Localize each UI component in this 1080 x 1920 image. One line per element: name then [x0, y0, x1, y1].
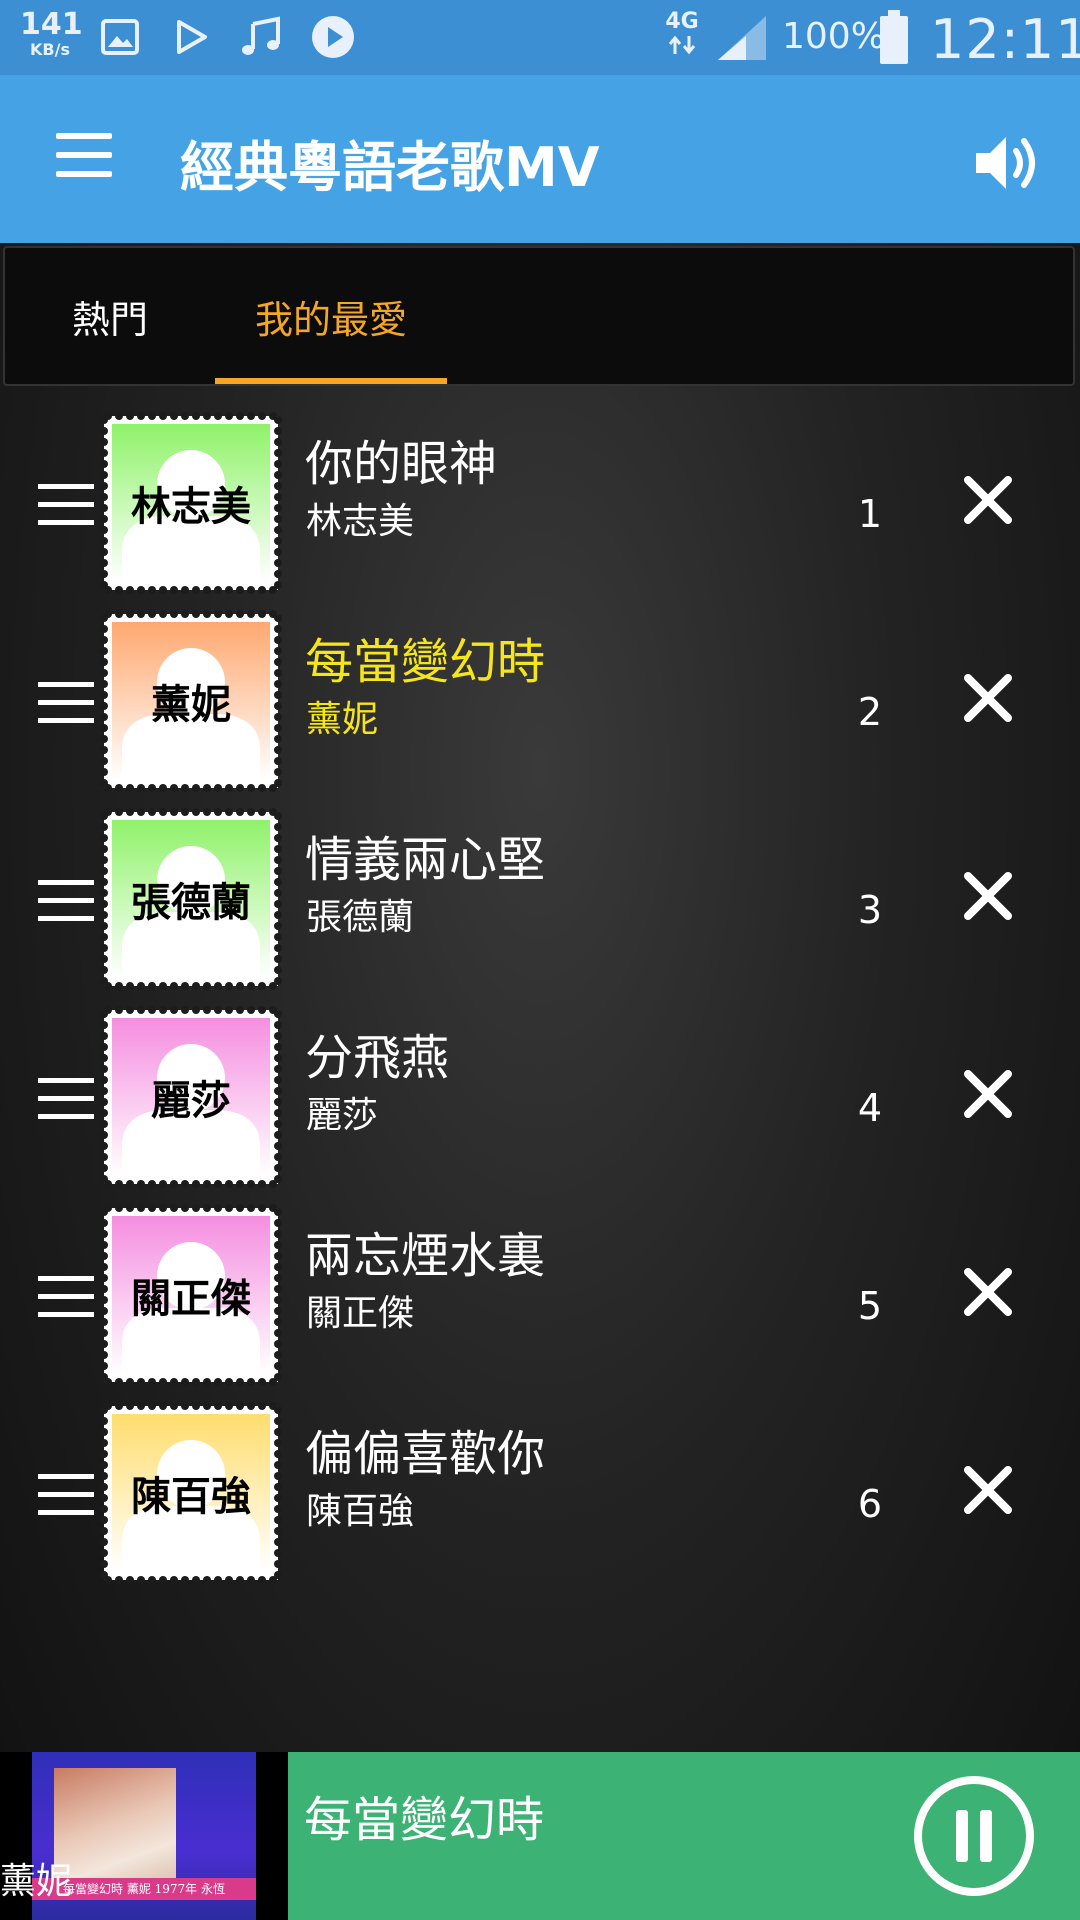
song-row[interactable]: 薰妮 每當變幻時 薰妮 2: [0, 610, 1080, 808]
status-bar: 141 KB/s 4G 100% 12:11: [0, 0, 1080, 75]
stamp-name: 陳百強: [131, 1474, 251, 1520]
network-speed-unit: KB/s: [30, 40, 70, 59]
tab-hot[interactable]: 熱門: [35, 248, 185, 384]
drag-handle-icon[interactable]: [38, 880, 94, 922]
artist-stamp: 張德蘭: [100, 808, 282, 990]
song-index: 6: [857, 1482, 883, 1526]
network-speed-value: 141: [20, 7, 83, 42]
clock: 12:11: [930, 8, 1080, 71]
app-title: 經典粵語老歌MV: [180, 136, 600, 199]
song-index: 1: [857, 492, 883, 536]
stamp-name: 薰妮: [151, 682, 231, 728]
song-index: 2: [857, 690, 883, 734]
tab-favorites[interactable]: 我的最愛: [215, 248, 447, 384]
song-artist: 麗莎: [306, 1095, 379, 1136]
close-icon[interactable]: [960, 1264, 1016, 1320]
song-title: 情義兩心堅: [305, 832, 546, 888]
artist-stamp: 林志美: [100, 412, 282, 594]
song-row[interactable]: 林志美 你的眼神 林志美 1: [0, 412, 1080, 610]
data-arrows-icon: [668, 35, 696, 55]
tab-indicator: [215, 378, 447, 384]
song-row[interactable]: 陳百強 偏偏喜歡你 陳百強 6: [0, 1402, 1080, 1600]
song-title: 兩忘煙水裏: [305, 1228, 546, 1284]
song-row[interactable]: 張德蘭 情義兩心堅 張德蘭 3: [0, 808, 1080, 1006]
signal-icon: [718, 16, 766, 60]
song-artist: 陳百強: [306, 1491, 415, 1532]
pause-icon[interactable]: [912, 1774, 1036, 1898]
close-icon[interactable]: [960, 1462, 1016, 1518]
song-title: 每當變幻時: [305, 634, 546, 690]
stamp-name: 張德蘭: [131, 880, 251, 926]
drag-handle-icon[interactable]: [38, 1078, 94, 1120]
song-artist: 關正傑: [306, 1293, 415, 1334]
close-icon[interactable]: [960, 868, 1016, 924]
song-title: 分飛燕: [305, 1030, 450, 1086]
close-icon[interactable]: [960, 670, 1016, 726]
song-index: 3: [857, 888, 883, 932]
stamp-name: 麗莎: [151, 1078, 231, 1124]
now-playing-title: 每當變幻時: [304, 1792, 545, 1848]
music-note-icon: [242, 16, 280, 55]
menu-icon[interactable]: [56, 133, 112, 177]
app-screen: 141 KB/s 4G 100% 12:11 經典粵語老歌MV 熱門 我的最愛 …: [0, 0, 1080, 1920]
song-index: 4: [857, 1086, 883, 1130]
now-playing-bar[interactable]: 每當變幻時 薰妮 1977年 永恆 每當變幻時 薰妮: [0, 1752, 1080, 1920]
song-row[interactable]: 關正傑 兩忘煙水裏 關正傑 5: [0, 1204, 1080, 1402]
artist-stamp: 關正傑: [100, 1204, 282, 1386]
close-icon[interactable]: [960, 1066, 1016, 1122]
close-icon[interactable]: [960, 472, 1016, 528]
stamp-name: 林志美: [131, 484, 251, 530]
now-playing-artist: 薰妮: [0, 1861, 73, 1902]
artist-stamp: 麗莎: [100, 1006, 282, 1188]
network-speed: 141 KB/s: [20, 7, 83, 59]
song-index: 5: [857, 1284, 883, 1328]
artist-stamp: 陳百強: [100, 1402, 282, 1584]
song-title: 你的眼神: [305, 436, 498, 492]
play-store-icon: [177, 20, 207, 54]
artist-stamp: 薰妮: [100, 610, 282, 792]
drag-handle-icon[interactable]: [38, 1276, 94, 1318]
stamp-name: 關正傑: [131, 1276, 251, 1322]
song-row[interactable]: 麗莎 分飛燕 麗莎 4: [0, 1006, 1080, 1204]
app-bar: 經典粵語老歌MV: [0, 75, 1080, 243]
image-icon: [101, 19, 139, 55]
thumbnail-photo: [54, 1768, 176, 1892]
drag-handle-icon[interactable]: [38, 484, 94, 526]
battery-percent: 100%: [782, 16, 885, 57]
tab-bar: 熱門 我的最愛: [3, 246, 1075, 386]
song-title: 偏偏喜歡你: [305, 1426, 546, 1482]
drag-handle-icon[interactable]: [38, 682, 94, 724]
volume-icon[interactable]: [972, 131, 1042, 195]
network-type: 4G: [660, 10, 704, 56]
song-artist: 薰妮: [306, 699, 379, 740]
network-type-label: 4G: [665, 9, 699, 34]
song-artist: 林志美: [306, 501, 415, 542]
video-play-icon: [312, 16, 354, 58]
battery-icon: [880, 10, 908, 64]
drag-handle-icon[interactable]: [38, 1474, 94, 1516]
song-artist: 張德蘭: [306, 897, 415, 938]
